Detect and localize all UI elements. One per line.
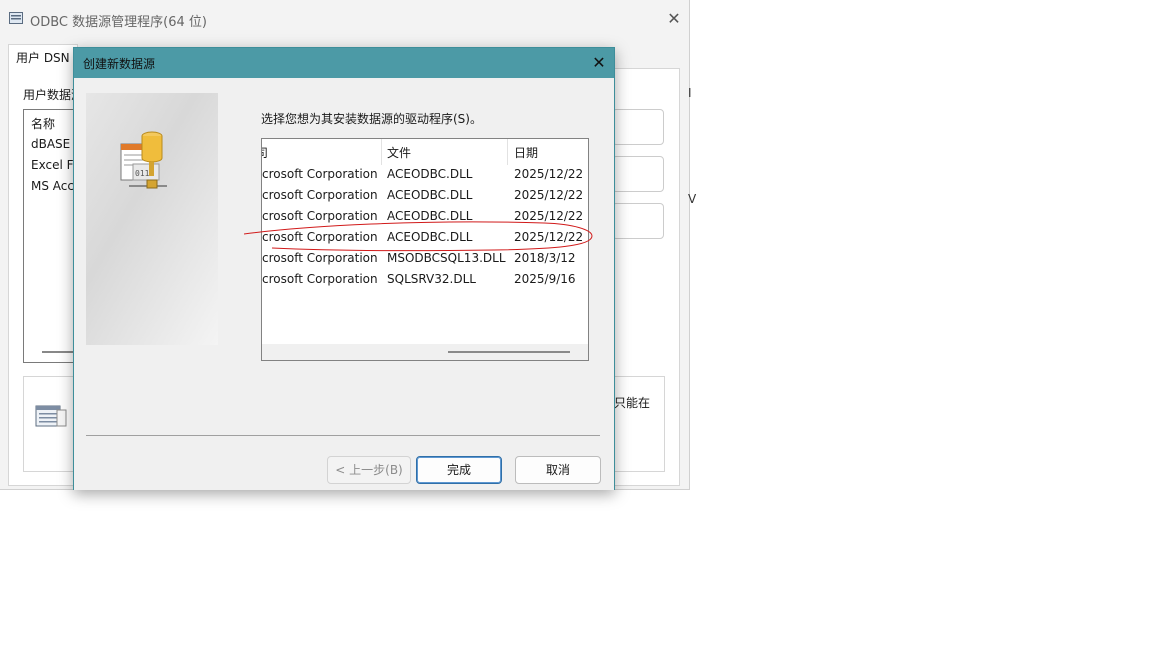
wizard-side-graphic: 011 [86,93,218,345]
configure-button[interactable] [612,203,664,239]
cell-date: 2025/12/22 [514,188,584,202]
column-header-date[interactable]: 日期 [508,139,588,165]
table-row[interactable]: crosoft Corporation MSODBCSQL13.DLL 2018… [262,248,588,269]
cell-date: 2025/12/22 [514,209,584,223]
close-icon[interactable]: ✕ [589,53,609,73]
cell-file: MSODBCSQL13.DLL [387,251,506,265]
cell-date: 2025/12/22 [514,167,584,181]
edge-label: V [688,192,697,206]
finish-button[interactable]: 完成 [416,456,502,484]
info-text: 只能在 [614,396,651,410]
table-row[interactable]: crosoft Corporation ACEODBC.DLL 2025/12/… [262,164,588,185]
column-header-company[interactable]: 司 [262,139,382,165]
remove-button[interactable] [612,156,664,192]
column-header-label: 司 [262,146,268,160]
cell-file: SQLSRV32.DLL [387,272,476,286]
database-icon: 011 [120,131,167,189]
window-title: ODBC 数据源管理程序(64 位) [30,15,207,30]
close-icon[interactable]: ✕ [664,9,684,29]
data-source-icon [35,405,67,427]
edge-label: I [688,86,692,100]
cell-company: crosoft Corporation [262,251,378,265]
back-button[interactable]: < 上一步(B) [327,456,411,484]
cell-company: crosoft Corporation [262,272,378,286]
cell-company: crosoft Corporation [262,209,378,223]
column-header-file[interactable]: 文件 [382,139,508,165]
cell-date: 2018/3/12 [514,251,576,265]
cell-file: ACEODBC.DLL [387,167,473,181]
cell-company: crosoft Corporation [262,167,378,181]
cell-file: ACEODBC.DLL [387,188,473,202]
cell-company: crosoft Corporation [262,188,378,202]
list-item[interactable]: dBASE [31,137,70,151]
window-titlebar: ODBC 数据源管理程序(64 位) ✕ [0,0,689,38]
cell-date: 2025/9/16 [514,272,576,286]
driver-prompt: 选择您想为其安装数据源的驱动程序(S)。 [261,112,482,126]
table-row[interactable]: crosoft Corporation ACEODBC.DLL 2025/12/… [262,206,588,227]
cancel-button[interactable]: 取消 [515,456,601,484]
list-header-name[interactable]: 名称 [31,115,55,132]
cell-file: ACEODBC.DLL [387,230,473,244]
odbc-app-icon [9,12,23,24]
dialog-title: 创建新数据源 [83,57,156,71]
list-item[interactable]: MS Acc [31,179,74,193]
table-row[interactable]: crosoft Corporation SQLSRV32.DLL 2025/9/… [262,269,588,290]
column-header-label: 文件 [387,146,412,160]
cell-company: crosoft Corporation [262,230,378,244]
add-button[interactable] [612,109,664,145]
column-header-label: 日期 [514,146,539,160]
list-item[interactable]: Excel Fi [31,158,76,172]
cell-file: ACEODBC.DLL [387,209,473,223]
horizontal-scrollbar[interactable] [262,344,588,360]
tab-user-dsn[interactable]: 用户 DSN [8,44,78,70]
dialog-titlebar: 创建新数据源 ✕ [74,48,614,78]
table-row[interactable]: crosoft Corporation ACEODBC.DLL 2025/12/… [262,185,588,206]
svg-text:011: 011 [135,169,150,178]
driver-list[interactable]: 司 文件 日期 crosoft Corporation ACEODBC.DLL … [261,138,589,361]
scrollbar-thumb[interactable] [448,351,570,353]
cell-date: 2025/12/22 [514,230,584,244]
create-new-data-source-dialog: 创建新数据源 ✕ 011 选择您想为其安装数据源的驱动程序(S)。 司 文件 日… [73,47,615,490]
table-row[interactable]: crosoft Corporation ACEODBC.DLL 2025/12/… [262,227,588,248]
dialog-separator [86,435,600,436]
